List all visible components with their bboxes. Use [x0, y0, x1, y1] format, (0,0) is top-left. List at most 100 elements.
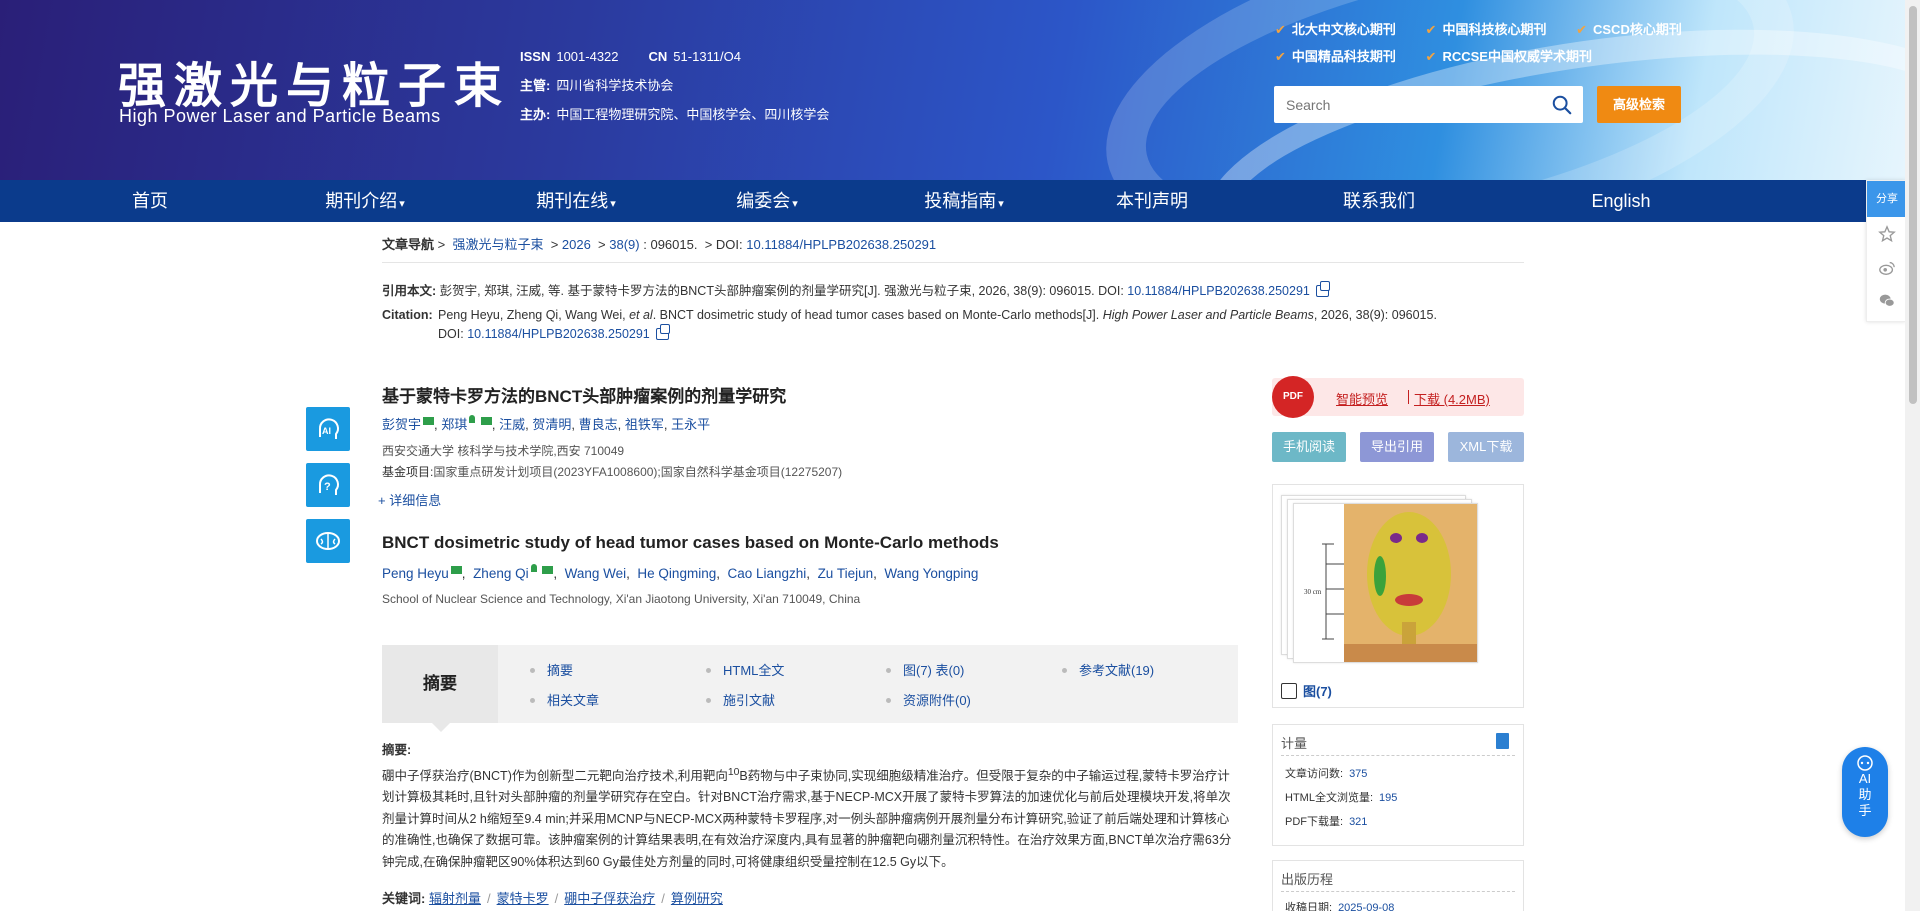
- author-link[interactable]: Zu Tiejun: [818, 566, 874, 581]
- author-link[interactable]: He Qingming: [637, 566, 716, 581]
- journal-logo-en[interactable]: High Power Laser and Particle Beams: [119, 106, 441, 127]
- breadcrumb-year[interactable]: 2026: [562, 237, 591, 252]
- tab-abstract[interactable]: 摘要: [530, 660, 573, 679]
- smart-preview-link[interactable]: 智能预览: [1336, 389, 1388, 408]
- main-nav: 首页 期刊介绍 ▾ 期刊在线 ▾ 编委会 ▾ 投稿指南 ▾ 本刊声明 联系我们 Engl…: [0, 180, 1920, 222]
- email-icon[interactable]: [450, 566, 462, 574]
- nav-guide[interactable]: 投稿指南 ▾: [812, 180, 1116, 222]
- svg-text:AI: AI: [322, 426, 331, 436]
- author-link[interactable]: 祖铁军: [625, 417, 664, 432]
- divider: [382, 262, 1524, 263]
- tab-resources[interactable]: 资源附件(0): [886, 690, 971, 709]
- author-link[interactable]: 彭贺宇: [382, 417, 421, 432]
- caret-down-icon: ▾: [610, 198, 616, 210]
- pdf-download-link[interactable]: 下载 (4.2MB): [1414, 389, 1490, 408]
- search-icon[interactable]: [1551, 94, 1573, 116]
- author-link[interactable]: Cao Liangzhi: [727, 566, 806, 581]
- author-link[interactable]: 郑琪: [441, 417, 467, 432]
- nav-home[interactable]: 首页: [0, 180, 300, 222]
- brain-button[interactable]: [306, 519, 350, 563]
- metric-html-views: HTML全文浏览量: 195: [1285, 792, 1398, 804]
- author-link[interactable]: 汪威: [499, 417, 525, 432]
- author-link[interactable]: Wang Yongping: [884, 566, 978, 581]
- nav-online[interactable]: 期刊在线 ▾: [430, 180, 722, 222]
- keyword-link[interactable]: 算例研究: [671, 891, 723, 906]
- metric-pdf-downloads: PDF下载量: 321: [1285, 816, 1368, 828]
- badge-rccse: ✔ RCCSE中国权威学术期刊: [1425, 49, 1592, 64]
- keyword-link[interactable]: 蒙特卡罗: [497, 891, 549, 906]
- author-link[interactable]: Zheng Qi: [473, 566, 529, 581]
- detail-toggle[interactable]: + 详细信息: [378, 490, 441, 509]
- ai-helper-button[interactable]: AI 助手: [1842, 747, 1888, 837]
- document-icon[interactable]: [1496, 733, 1509, 749]
- affiliation-en: School of Nuclear Science and Technology…: [382, 592, 861, 606]
- export-citation-button[interactable]: 导出引用: [1360, 432, 1434, 462]
- metrics-panel: 计量 文章访问数: 375 HTML全文浏览量: 195 PDF下载量: 321: [1272, 724, 1524, 846]
- metrics-title: 计量: [1281, 736, 1308, 751]
- figure-preview[interactable]: 30 cm 图(7): [1272, 484, 1524, 708]
- nav-about[interactable]: 期刊介绍 ▾: [300, 180, 430, 222]
- mobile-read-button[interactable]: 手机阅读: [1272, 432, 1346, 462]
- citation-cn-doi[interactable]: 10.11884/HPLPB202638.250291: [1127, 284, 1310, 298]
- cn-label: CN: [648, 49, 668, 64]
- citation-en-doi[interactable]: 10.11884/HPLPB202638.250291: [467, 327, 650, 341]
- email-icon[interactable]: [423, 417, 435, 425]
- advanced-search-button[interactable]: 高级检索: [1597, 86, 1681, 123]
- breadcrumb-journal[interactable]: 强激光与粒子束: [452, 237, 543, 252]
- nav-contact[interactable]: 联系我们: [1188, 180, 1570, 222]
- caret-down-icon: ▾: [399, 198, 405, 210]
- head-phantom-image: 30 cm: [1294, 504, 1477, 662]
- xml-download-button[interactable]: XML下载: [1448, 432, 1524, 462]
- pdf-icon[interactable]: PDF: [1272, 376, 1314, 418]
- weibo-icon[interactable]: [1878, 259, 1896, 277]
- tab-figures[interactable]: 图(7) 表(0): [886, 660, 964, 679]
- copy-icon[interactable]: [655, 324, 670, 340]
- brain-icon: [316, 532, 340, 550]
- issn-value: 1001-4322: [556, 49, 619, 64]
- keyword-link[interactable]: 辐射剂量: [429, 891, 481, 906]
- index-badges: ✔ 北大中文核心期刊 ✔ 中国科技核心期刊 ✔ CSCD核心期刊 ✔ 中国精品科技期刊 …: [1275, 16, 1715, 70]
- nav-english[interactable]: English: [1570, 180, 1672, 222]
- figure-stack: 30 cm: [1281, 495, 1485, 665]
- tab-related[interactable]: 相关文章: [530, 690, 599, 709]
- star-icon[interactable]: [1878, 225, 1896, 243]
- tab-html[interactable]: HTML全文: [706, 660, 784, 679]
- keyword-link[interactable]: 硼中子俘获治疗: [564, 891, 655, 906]
- page-scrollbar[interactable]: [1905, 0, 1920, 911]
- breadcrumb-issue[interactable]: 38(9): [609, 237, 639, 252]
- author-link[interactable]: Peng Heyu: [382, 566, 449, 581]
- sponsor-value: 中国工程物理研究院、中国核学会、四川核学会: [556, 107, 830, 122]
- email-icon[interactable]: [480, 417, 492, 425]
- corresponding-icon: [530, 564, 537, 572]
- authors-en: Peng Heyu, Zheng Qi , Wang Wei, He Qingm…: [382, 564, 979, 581]
- help-button[interactable]: ?: [306, 463, 350, 507]
- scrollbar-thumb[interactable]: [1909, 6, 1917, 404]
- search-input[interactable]: [1274, 86, 1534, 123]
- abstract: 摘要: 硼中子俘获治疗(BNCT)作为创新型二元靶向治疗技术,利用靶向10B药物…: [382, 740, 1232, 873]
- author-link[interactable]: 王永平: [671, 417, 710, 432]
- author-link[interactable]: 曹良志: [579, 417, 618, 432]
- tab-arrow: [432, 723, 450, 732]
- badge-cstpcd: ✔ 中国科技核心期刊: [1425, 22, 1547, 37]
- check-icon: ✔: [1576, 22, 1587, 37]
- breadcrumb-doi[interactable]: 10.11884/HPLPB202638.250291: [746, 237, 936, 252]
- sponsor-label: 主办:: [520, 107, 551, 122]
- issn-label: ISSN: [520, 49, 551, 64]
- copy-icon[interactable]: [1315, 281, 1330, 297]
- tab-references[interactable]: 参考文献(19): [1062, 660, 1154, 679]
- svg-text:?: ?: [324, 481, 331, 493]
- pdf-bar: PDF 智能预览 下载 (4.2MB): [1272, 376, 1524, 418]
- article-title-en: BNCT dosimetric study of head tumor case…: [382, 533, 999, 552]
- badge-pku-core: ✔ 北大中文核心期刊: [1275, 22, 1396, 37]
- citation-en: Citation: Peng Heyu, Zheng Qi, Wang Wei, …: [382, 308, 1437, 341]
- nav-editorial[interactable]: 编委会 ▾: [722, 180, 812, 222]
- nav-statement[interactable]: 本刊声明: [1116, 180, 1188, 222]
- author-link[interactable]: 贺清明: [532, 417, 571, 432]
- ai-assistant-button[interactable]: AI: [306, 407, 350, 451]
- email-icon[interactable]: [542, 566, 554, 574]
- author-link[interactable]: Wang Wei: [565, 566, 627, 581]
- tab-abstract-head[interactable]: 摘要: [382, 645, 498, 723]
- wechat-icon[interactable]: [1878, 291, 1896, 309]
- figure-count-link[interactable]: 图(7): [1281, 681, 1332, 700]
- tab-citing[interactable]: 施引文献: [706, 690, 775, 709]
